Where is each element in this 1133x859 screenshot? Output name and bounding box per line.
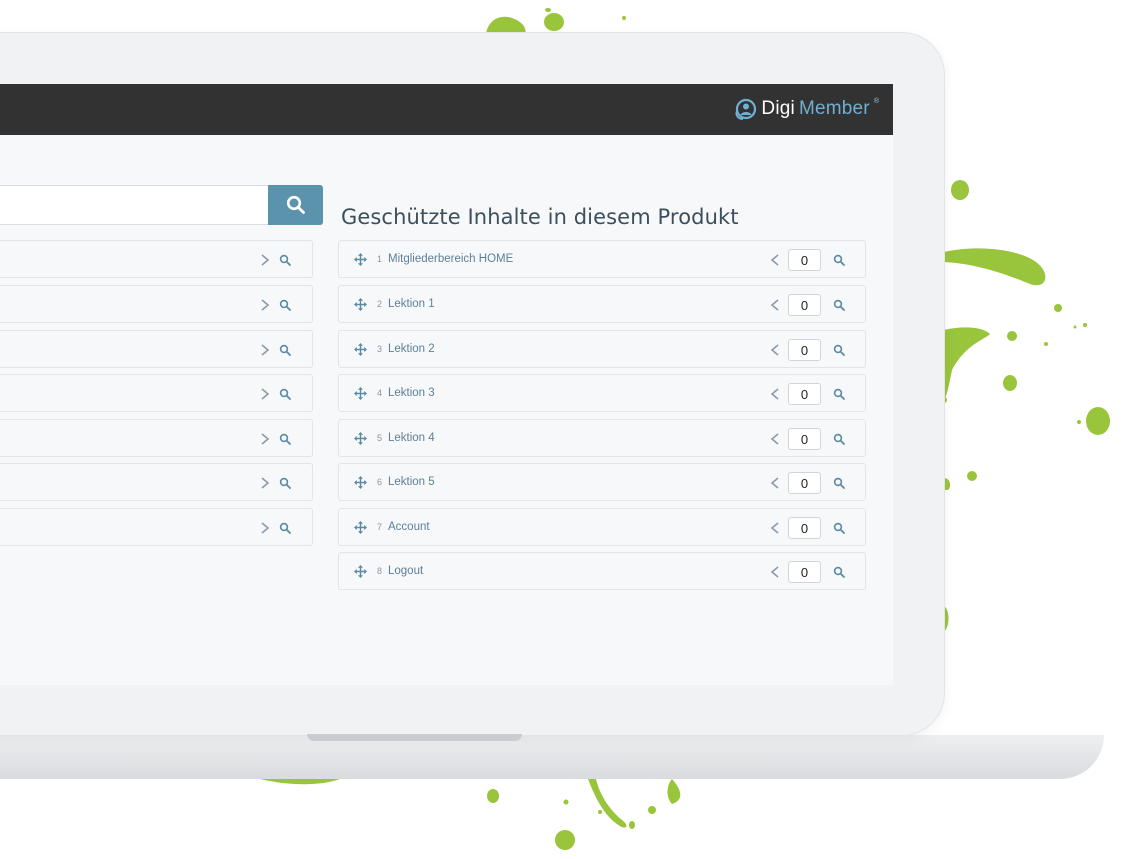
item-label: Account: [388, 521, 430, 533]
search-icon[interactable]: [833, 299, 845, 311]
chevron-left-icon[interactable]: [769, 298, 781, 312]
item-number: 3: [377, 344, 383, 354]
chevron-left-icon[interactable]: [769, 253, 781, 267]
laptop-base: [0, 735, 1104, 779]
search-icon[interactable]: [833, 344, 845, 356]
item-number: 1: [377, 254, 383, 264]
available-item-row[interactable]: [0, 508, 313, 546]
item-label: Mitgliederbereich HOME: [388, 253, 514, 265]
search-icon[interactable]: [279, 344, 291, 356]
top-bar: Digi Member ®: [0, 84, 893, 135]
protected-item-row[interactable]: 4 Lektion 3: [338, 374, 866, 412]
order-input[interactable]: [788, 472, 821, 494]
chevron-right-icon[interactable]: [259, 476, 271, 490]
order-input[interactable]: [788, 561, 821, 583]
chevron-right-icon[interactable]: [259, 387, 271, 401]
registered-mark: ®: [873, 98, 879, 105]
order-input[interactable]: [788, 383, 821, 405]
search-icon[interactable]: [833, 433, 845, 445]
chevron-left-icon[interactable]: [769, 387, 781, 401]
order-input[interactable]: [788, 517, 821, 539]
item-number: 5: [377, 433, 383, 443]
available-item-row[interactable]: [0, 240, 313, 278]
chevron-right-icon[interactable]: [259, 298, 271, 312]
search-icon[interactable]: [833, 254, 845, 266]
move-arrows-icon[interactable]: [354, 298, 367, 311]
protected-item-row[interactable]: 1 Mitgliederbereich HOME: [338, 240, 866, 278]
protected-item-row[interactable]: 8 Logout: [338, 552, 866, 590]
order-input[interactable]: [788, 249, 821, 271]
search-icon[interactable]: [833, 388, 845, 400]
item-number: 2: [377, 299, 383, 309]
logo-text-member: Member: [798, 98, 870, 119]
move-arrows-icon[interactable]: [354, 432, 367, 445]
logo-text-digi: Digi: [761, 98, 795, 119]
search-icon[interactable]: [279, 388, 291, 400]
app-screen: Digi Member ® Geschützte Inhalte in diesem…: [0, 84, 893, 685]
available-item-row[interactable]: [0, 285, 313, 323]
move-arrows-icon[interactable]: [354, 476, 367, 489]
search-icon[interactable]: [279, 433, 291, 445]
order-input[interactable]: [788, 339, 821, 361]
item-label: Lektion 2: [388, 343, 435, 355]
search-icon[interactable]: [833, 477, 845, 489]
laptop-notch: [307, 734, 522, 741]
move-arrows-icon[interactable]: [354, 565, 367, 578]
protected-item-row[interactable]: 2 Lektion 1: [338, 285, 866, 323]
available-item-row[interactable]: [0, 374, 313, 412]
search-button[interactable]: [268, 185, 323, 225]
item-label: Lektion 1: [388, 298, 435, 310]
item-label: Logout: [388, 565, 424, 577]
chevron-left-icon[interactable]: [769, 476, 781, 490]
chevron-right-icon[interactable]: [259, 343, 271, 357]
move-arrows-icon[interactable]: [354, 521, 367, 534]
search-icon[interactable]: [833, 566, 845, 578]
available-item-row[interactable]: [0, 419, 313, 457]
available-item-row[interactable]: [0, 463, 313, 501]
content-search: [0, 185, 323, 225]
digimember-logo[interactable]: Digi Member ®: [735, 96, 879, 122]
item-number: 7: [377, 522, 383, 532]
chevron-left-icon[interactable]: [769, 565, 781, 579]
available-item-row[interactable]: [0, 330, 313, 368]
move-arrows-icon[interactable]: [354, 387, 367, 400]
chevron-left-icon[interactable]: [769, 432, 781, 446]
order-input[interactable]: [788, 428, 821, 450]
item-label: Lektion 5: [388, 476, 435, 488]
chevron-right-icon[interactable]: [259, 521, 271, 535]
person-in-circle-icon: [735, 98, 757, 120]
search-icon[interactable]: [833, 522, 845, 534]
stage: Digi Member ® Geschützte Inhalte in diesem…: [0, 0, 1133, 859]
search-icon[interactable]: [279, 254, 291, 266]
chevron-right-icon[interactable]: [259, 253, 271, 267]
item-label: Lektion 3: [388, 387, 435, 399]
search-icon: [286, 195, 305, 214]
move-arrows-icon[interactable]: [354, 253, 367, 266]
move-arrows-icon[interactable]: [354, 343, 367, 356]
search-icon[interactable]: [279, 477, 291, 489]
protected-item-row[interactable]: 3 Lektion 2: [338, 330, 866, 368]
search-icon[interactable]: [279, 522, 291, 534]
protected-item-row[interactable]: 5 Lektion 4: [338, 419, 866, 457]
protected-item-row[interactable]: 6 Lektion 5: [338, 463, 866, 501]
item-number: 4: [377, 388, 383, 398]
search-icon[interactable]: [279, 299, 291, 311]
chevron-right-icon[interactable]: [259, 432, 271, 446]
search-input[interactable]: [0, 185, 268, 225]
chevron-left-icon[interactable]: [769, 343, 781, 357]
item-number: 8: [377, 566, 383, 576]
item-label: Lektion 4: [388, 432, 435, 444]
page-title: Geschützte Inhalte in diesem Produkt: [341, 205, 739, 230]
chevron-left-icon[interactable]: [769, 521, 781, 535]
item-number: 6: [377, 477, 383, 487]
protected-item-row[interactable]: 7 Account: [338, 508, 866, 546]
order-input[interactable]: [788, 294, 821, 316]
